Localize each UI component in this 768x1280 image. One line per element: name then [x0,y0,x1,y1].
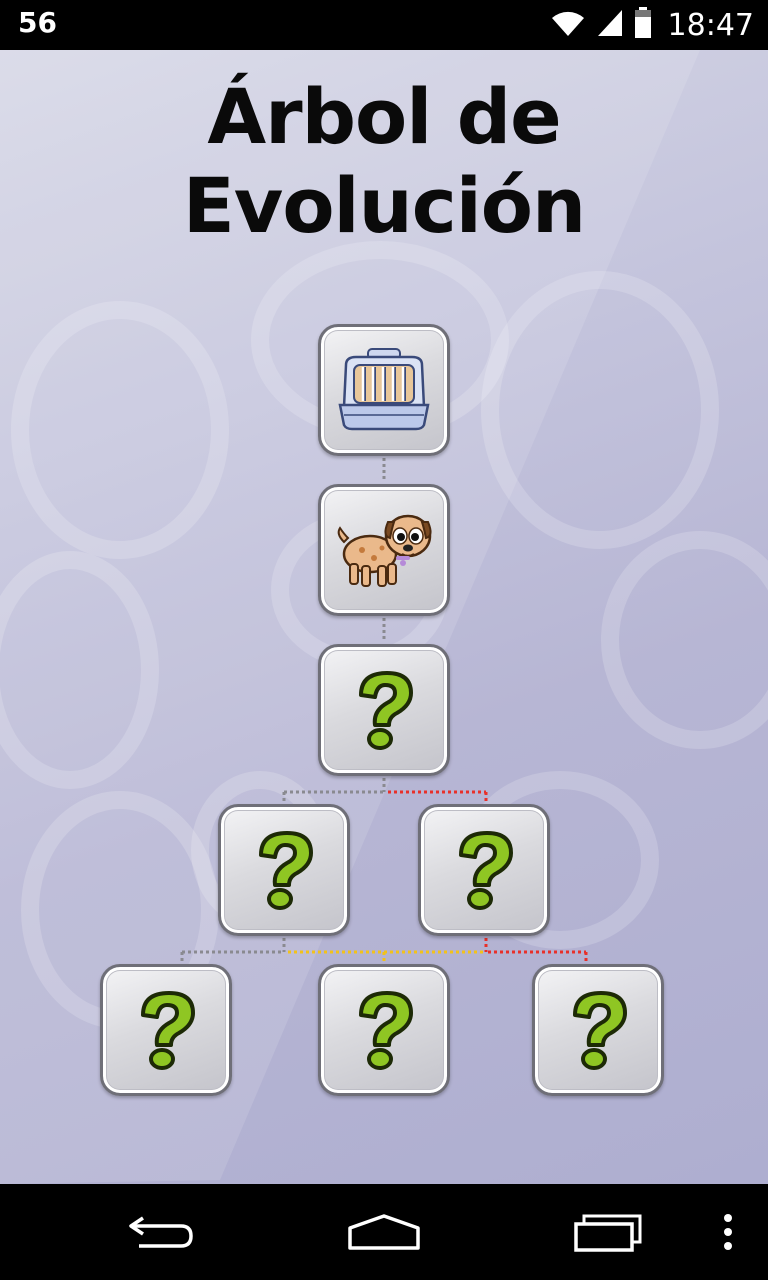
overflow-menu-button[interactable] [710,1204,746,1260]
home-button[interactable] [342,1204,426,1260]
puppy-icon [337,514,432,587]
tree-node-stage-1[interactable] [318,324,450,456]
tree-node-stage-4b[interactable] [418,804,550,936]
question-mark-icon [259,831,313,910]
clock: 18:47 [667,7,754,43]
back-button[interactable] [118,1204,202,1260]
evolution-tree-screen: Árbol de Evolución [0,50,768,1184]
wifi-icon [550,8,586,42]
tree-node-stage-3[interactable] [318,644,450,776]
cell-signal-icon [596,8,624,42]
back-icon [129,1216,193,1248]
question-mark-icon [141,991,195,1070]
question-mark-icon [573,991,627,1070]
recents-icon [574,1214,642,1252]
pet-carrier-icon [338,348,430,431]
navigation-bar [0,1184,768,1280]
status-bar: 56 18:47 [0,0,768,50]
notification-count: 56 [18,6,57,39]
tree-node-stage-5c[interactable] [532,964,664,1096]
question-mark-icon [459,831,513,910]
recents-button[interactable] [566,1204,650,1260]
home-icon [348,1214,420,1250]
tree-node-stage-5b[interactable] [318,964,450,1096]
question-mark-icon [359,991,413,1070]
tree-node-stage-5a[interactable] [100,964,232,1096]
menu-icon [724,1214,732,1250]
tree-node-stage-2[interactable] [318,484,450,616]
tree-node-stage-4a[interactable] [218,804,350,936]
battery-icon [634,7,652,43]
question-mark-icon [359,671,413,750]
